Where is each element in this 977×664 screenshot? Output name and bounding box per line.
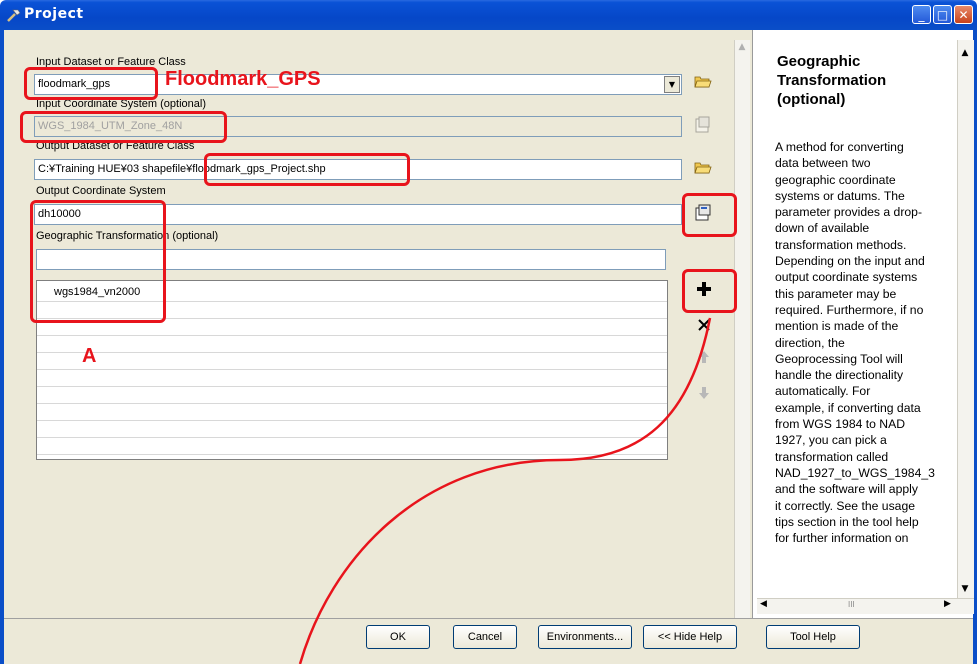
annotation-curve xyxy=(298,317,712,664)
